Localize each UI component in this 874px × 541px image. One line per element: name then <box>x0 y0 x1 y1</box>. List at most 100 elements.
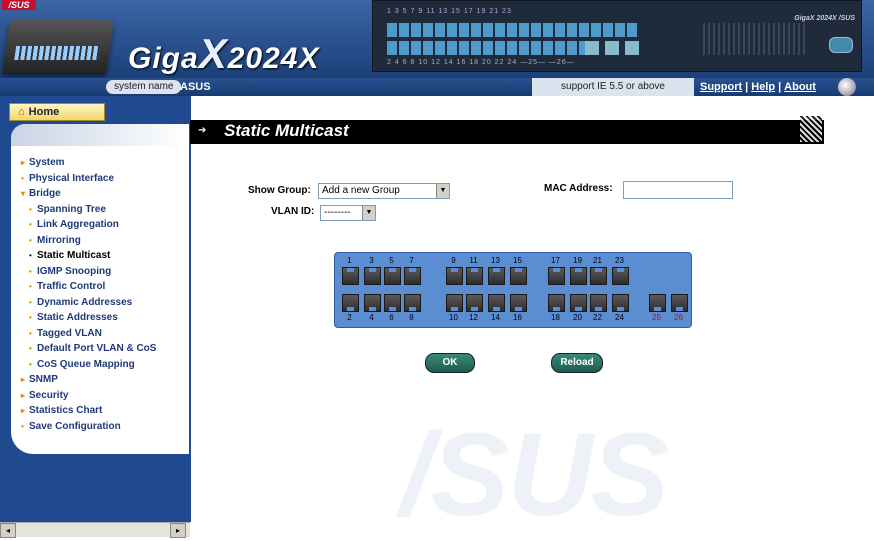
port-26-toggle[interactable] <box>671 294 688 312</box>
port-number-label: 17 <box>551 256 560 265</box>
sidebar-item-label: Spanning Tree <box>37 203 106 215</box>
sidebar-item-mirroring[interactable]: • Mirroring <box>21 233 156 249</box>
reload-button[interactable]: Reload <box>551 353 603 373</box>
port-number-label: 14 <box>491 313 500 322</box>
bullet-icon: • <box>21 173 24 183</box>
show-group-label: Show Group: <box>248 185 311 196</box>
sidebar-item-traffic-control[interactable]: • Traffic Control <box>21 279 156 295</box>
port-5-toggle[interactable] <box>384 267 401 285</box>
sidebar-item-label: Physical Interface <box>29 172 115 184</box>
port-number-label: 2 <box>347 313 352 322</box>
port-16-toggle[interactable] <box>510 294 527 312</box>
port-number-label: 15 <box>513 256 522 265</box>
sidebar-item-save-configuration[interactable]: • Save Configuration <box>21 419 156 435</box>
port-number-label: 23 <box>615 256 624 265</box>
port-number-label: 13 <box>491 256 500 265</box>
port-number-label: 26 <box>674 313 683 322</box>
port-20-toggle[interactable] <box>570 294 587 312</box>
about-link[interactable]: About <box>784 81 816 93</box>
port-21-toggle[interactable] <box>590 267 607 285</box>
nav-menu: ▸ System • Physical Interface ▾ Bridge • Spanni… <box>21 155 156 434</box>
bullet-icon: • <box>29 204 32 214</box>
globe-icon[interactable] <box>838 78 856 96</box>
sidebar-item-label: Statistics Chart <box>29 405 103 416</box>
sidebar-item-tagged-vlan[interactable]: • Tagged VLAN <box>21 326 156 342</box>
sidebar-item-label: Default Port VLAN & CoS <box>37 343 157 354</box>
show-group-select[interactable]: Add a new Group ▼ <box>318 183 450 199</box>
port-10-toggle[interactable] <box>446 294 463 312</box>
asus-watermark: /SUS <box>400 409 669 541</box>
vlan-id-value: -------- <box>324 207 351 218</box>
bullet-icon: • <box>29 266 32 276</box>
bullet-icon: • <box>29 313 32 322</box>
port-19-toggle[interactable] <box>570 267 587 285</box>
sidebar-item-label: Traffic Control <box>37 281 106 292</box>
home-label: Home <box>28 106 60 118</box>
bullet-icon: • <box>21 421 24 431</box>
page-title: Static Multicast <box>224 121 349 140</box>
port-1-toggle[interactable] <box>342 267 359 285</box>
home-icon: ⌂ <box>18 106 25 118</box>
port-18-toggle[interactable] <box>548 294 565 312</box>
bullet-icon: ▸ <box>21 406 26 415</box>
bullet-icon: • <box>29 251 32 260</box>
port-number-label: 8 <box>409 313 414 322</box>
title-arrow-icon: ➔ <box>198 125 207 136</box>
sidebar-item-bridge[interactable]: ▾ Bridge <box>21 186 156 202</box>
sidebar-item-igmp-snooping[interactable]: • IGMP Snooping <box>21 264 156 280</box>
title-decoration <box>800 116 822 142</box>
port-2-toggle[interactable] <box>342 294 359 312</box>
sidebar-item-statistics-chart[interactable]: ▸ Statistics Chart <box>21 403 156 419</box>
port-number-label: 11 <box>469 256 478 265</box>
sidebar-item-security[interactable]: ▸ Security <box>21 388 156 404</box>
port-17-toggle[interactable] <box>548 267 565 285</box>
port-6-toggle[interactable] <box>384 294 401 312</box>
port-7-toggle[interactable] <box>404 267 421 285</box>
sidebar-item-physical-interface[interactable]: • Physical Interface <box>21 171 156 187</box>
sidebar-item-spanning-tree[interactable]: • Spanning Tree <box>21 202 156 218</box>
sidebar-item-snmp[interactable]: ▸ SNMP <box>21 372 156 388</box>
help-link[interactable]: Help <box>751 81 775 93</box>
home-button[interactable]: ⌂ Home <box>9 103 105 121</box>
port-23-toggle[interactable] <box>612 267 629 285</box>
link-separator: | <box>745 81 749 93</box>
sidebar-item-dynamic-addresses[interactable]: • Dynamic Addresses <box>21 295 156 311</box>
sidebar-item-static-multicast[interactable]: • Static Multicast <box>21 248 156 264</box>
browser-support-note: support IE 5.5 or above <box>532 78 694 96</box>
mac-address-input[interactable] <box>623 181 733 199</box>
port-4-toggle[interactable] <box>364 294 381 312</box>
sidebar-item-system[interactable]: ▸ System <box>21 155 156 171</box>
port-15-toggle[interactable] <box>510 267 527 285</box>
port-12-toggle[interactable] <box>466 294 483 312</box>
sidebar-item-cos-queue-mapping[interactable]: • CoS Queue Mapping <box>21 357 156 373</box>
port-8-toggle[interactable] <box>404 294 421 312</box>
port-number-label: 5 <box>389 256 394 265</box>
product-name-x: X <box>198 30 228 77</box>
sidebar-item-static-addresses[interactable]: • Static Addresses <box>21 310 156 326</box>
front-panel-brand: GigaX 2024X /SUS <box>794 15 855 22</box>
port-selection-panel: 1 3 5 7 9 11 13 15 17 19 21 23 2 4 6 8 10 12 14 16 18 20 22 24 2… <box>334 252 692 328</box>
sidebar-item-link-aggregation[interactable]: • Link Aggregation <box>21 217 156 233</box>
port-number-label: 6 <box>389 313 394 322</box>
port-3-toggle[interactable] <box>364 267 381 285</box>
chevron-down-icon: ▼ <box>362 206 375 220</box>
sidebar-item-default-port-vlan-cos[interactable]: • Default Port VLAN & CoS <box>21 341 156 357</box>
port-24-toggle[interactable] <box>612 294 629 312</box>
horizontal-scrollbar[interactable]: ◂ ▸ <box>0 522 190 538</box>
app-header: /SUS GigaX2024X 1 3 5 7 9 11 13 15 17 19… <box>0 0 874 78</box>
ok-button[interactable]: OK <box>425 353 475 373</box>
port-11-toggle[interactable] <box>466 267 483 285</box>
port-9-toggle[interactable] <box>446 267 463 285</box>
port-14-toggle[interactable] <box>488 294 505 312</box>
port-22-toggle[interactable] <box>590 294 607 312</box>
vlan-id-select[interactable]: -------- ▼ <box>320 205 376 221</box>
port-number-label: 1 <box>347 256 352 265</box>
port-13-toggle[interactable] <box>488 267 505 285</box>
support-link[interactable]: Support <box>700 81 742 93</box>
port-number-label: 18 <box>551 313 560 322</box>
port-number-label: 12 <box>469 313 478 322</box>
port-25-toggle[interactable] <box>649 294 666 312</box>
sidebar-item-label: IGMP Snooping <box>37 265 112 277</box>
chevron-down-icon: ▼ <box>436 184 449 198</box>
system-name-label: system name <box>106 80 182 94</box>
